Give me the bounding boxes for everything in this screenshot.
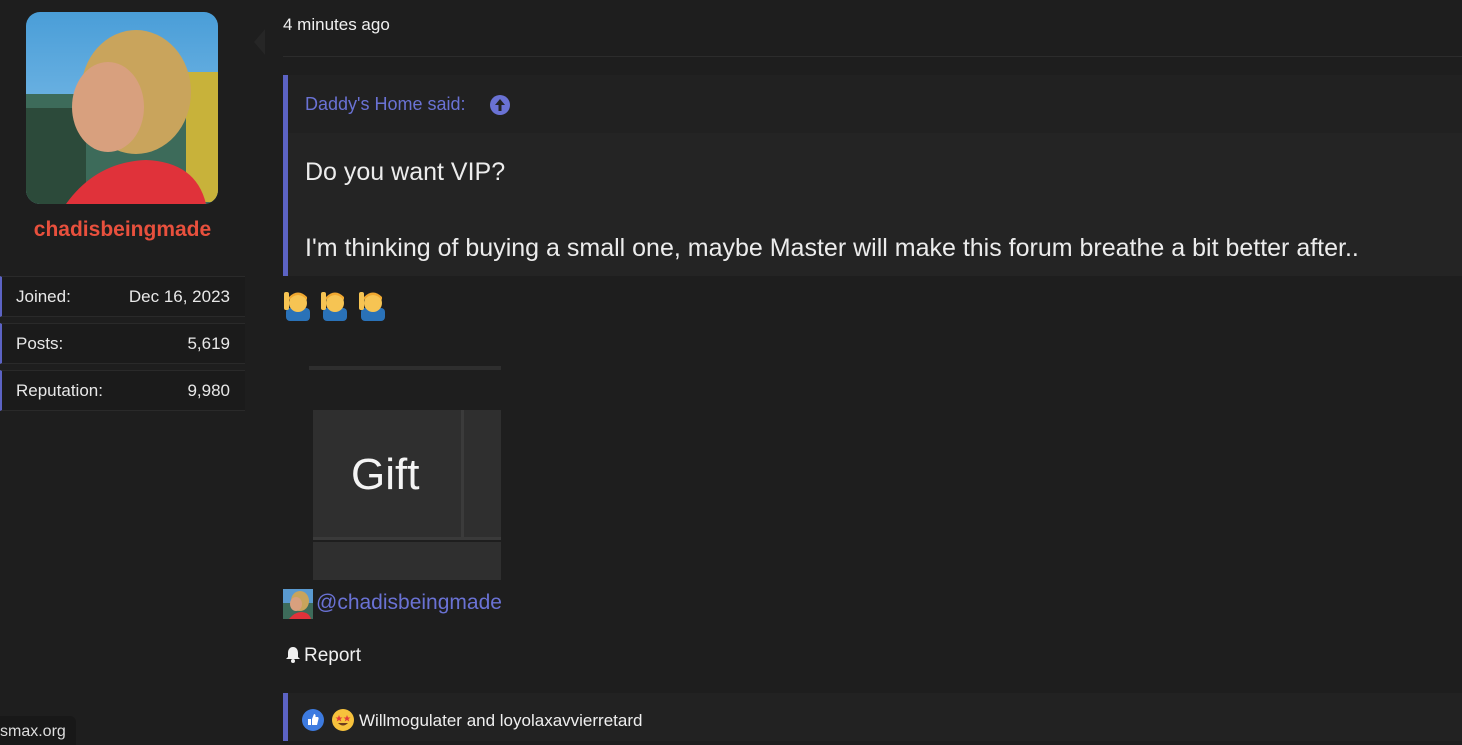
gift-box: Gift: [313, 410, 501, 540]
user-avatar[interactable]: [26, 12, 218, 204]
divider: [283, 56, 1462, 57]
stat-reputation: Reputation: 9,980: [0, 370, 245, 411]
man-raising-hand-emoji: [284, 292, 310, 321]
quote-line: Do you want VIP?: [305, 158, 506, 186]
stat-value: 9,980: [187, 381, 230, 400]
bell-icon: [285, 646, 301, 669]
gift-top-bar: [309, 366, 501, 370]
mention-avatar: [283, 589, 313, 619]
quote-text: Do you want VIP? I'm thinking of buying …: [305, 153, 1359, 267]
report-button[interactable]: Report: [285, 645, 361, 669]
gift-label: Gift: [351, 450, 420, 499]
gift-bottom-bar: [313, 542, 501, 580]
stat-label: Joined:: [16, 287, 71, 306]
man-raising-hand-emoji: [358, 292, 385, 321]
like-reaction-icon: [302, 709, 324, 731]
stat-joined: Joined: Dec 16, 2023: [0, 276, 245, 317]
stat-label: Reputation:: [16, 381, 103, 400]
gift-divider: [461, 410, 464, 537]
stat-value: Dec 16, 2023: [128, 287, 230, 306]
post-content: 4 minutes ago Daddy's Home said: Do you …: [265, 0, 1462, 741]
avatar-image: [26, 12, 218, 204]
post-timestamp[interactable]: 4 minutes ago: [283, 15, 390, 35]
user-info-column: chadisbeingmade Joined: Dec 16, 2023 Pos…: [0, 0, 265, 741]
arrow-up-icon[interactable]: [490, 95, 510, 115]
stat-label: Posts:: [16, 334, 64, 353]
quote-author[interactable]: Daddy's Home said:: [305, 94, 466, 115]
report-label: Report: [304, 645, 362, 666]
quote-line: I'm thinking of buying a small one, mayb…: [305, 234, 1359, 262]
star-struck-reaction-icon: [332, 709, 354, 731]
username[interactable]: chadisbeingmade: [0, 218, 245, 242]
man-raising-hand-emoji: [321, 292, 348, 321]
quote-header: Daddy's Home said:: [288, 75, 1462, 133]
gift-image[interactable]: Gift: [309, 366, 501, 580]
stat-value: 5,619: [187, 334, 230, 353]
emoji-row: [283, 288, 391, 321]
mention-link[interactable]: @chadisbeingmade: [316, 591, 502, 615]
quote-block: Daddy's Home said: Do you want VIP? I'm …: [283, 75, 1462, 276]
reaction-users[interactable]: Willmogulater and loyolaxavvierretard: [359, 711, 642, 731]
stat-posts: Posts: 5,619: [0, 323, 245, 364]
reactions-bar[interactable]: Willmogulater and loyolaxavvierretard: [283, 693, 1462, 741]
